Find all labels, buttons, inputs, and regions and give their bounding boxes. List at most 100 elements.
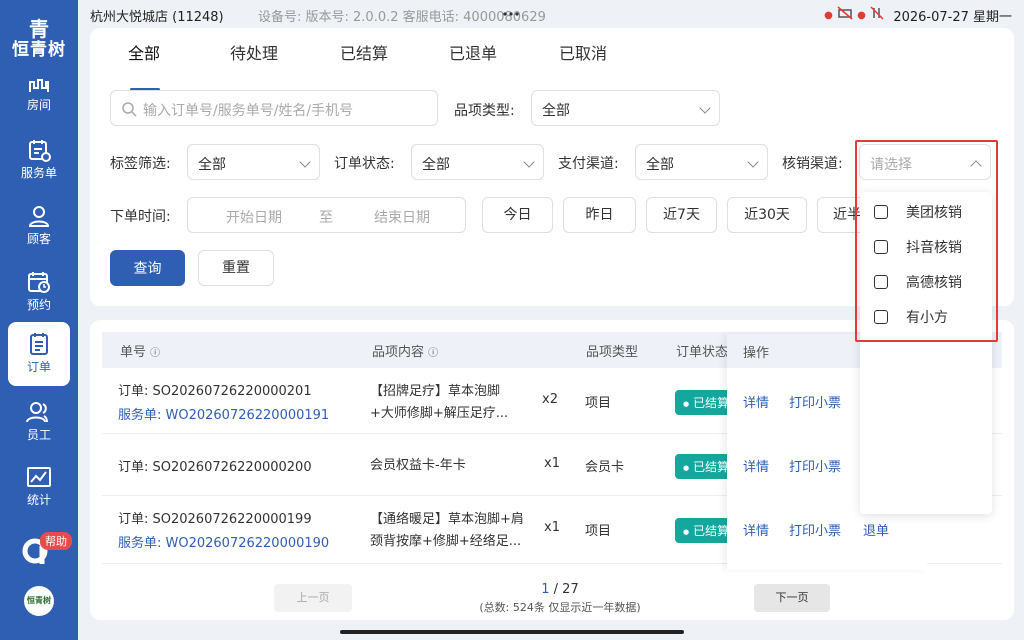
sidebar-item-room[interactable]: 房间 — [8, 72, 70, 120]
service-order-link[interactable]: 服务单: WO20260726220000190 — [118, 532, 329, 551]
quick-date-30days[interactable]: 近30天 — [727, 197, 807, 233]
tab-settled[interactable]: 已结算 — [340, 40, 388, 64]
pay-channel-label: 支付渠道: — [558, 156, 619, 172]
sidebar-item-label: 服务单 — [20, 166, 57, 180]
print-receipt-link[interactable]: 打印小票 — [789, 456, 841, 475]
total-summary: (总数: 524条 仅显示近一年数据) — [479, 601, 641, 614]
chevron-down-icon — [523, 156, 535, 168]
tab-cancelled[interactable]: 已取消 — [559, 40, 607, 64]
date-range-separator: 至 — [319, 210, 333, 226]
pay-channel-value: 全部 — [646, 157, 674, 173]
refund-link[interactable]: 退单 — [863, 520, 889, 539]
store-name: 杭州大悦城店 (11248) — [90, 10, 224, 25]
item-type-select[interactable]: 全部 — [531, 90, 720, 126]
chevron-down-icon — [299, 156, 311, 168]
alert-dot-icon: ● — [857, 10, 866, 21]
detail-link[interactable]: 详情 — [743, 456, 769, 475]
verify-channel-label: 核销渠道: — [782, 156, 843, 172]
print-receipt-link[interactable]: 打印小票 — [789, 520, 841, 539]
item-content-line2: 颈背按摩+修脚+经络足... — [370, 534, 522, 549]
order-number: 订单: SO20260726220000201 — [118, 384, 312, 399]
tag-filter-value: 全部 — [198, 157, 226, 173]
query-button[interactable]: 查询 — [110, 250, 185, 286]
item-content-line1: 【通络暖足】草本泡脚+肩 — [370, 512, 524, 527]
calendar-icon — [28, 272, 50, 293]
quick-date-yesterday[interactable]: 昨日 — [563, 197, 636, 233]
print-receipt-link[interactable]: 打印小票 — [789, 392, 841, 411]
item-quantity: x1 — [544, 520, 560, 535]
info-icon: ⓘ — [150, 348, 161, 359]
tab-all[interactable]: 全部 — [128, 40, 160, 64]
item-quantity: x1 — [544, 456, 560, 471]
item-type: 会员卡 — [585, 460, 625, 475]
record-dot-icon: ● — [824, 10, 833, 21]
item-type: 项目 — [585, 396, 612, 411]
order-number: 订单: SO20260726220000200 — [118, 460, 312, 475]
tab-pending[interactable]: 待处理 — [230, 40, 278, 64]
order-status-select[interactable]: 全部 — [411, 144, 544, 180]
search-placeholder: 输入订单号/服务单号/姓名/手机号 — [143, 103, 354, 119]
start-date-placeholder: 开始日期 — [226, 210, 282, 226]
sidebar-item-label: 统计 — [26, 493, 51, 507]
search-input[interactable]: 输入订单号/服务单号/姓名/手机号 — [110, 90, 438, 126]
status-icons: ● ● — [824, 6, 884, 22]
sidebar-item-staff[interactable]: 员工 — [8, 390, 70, 452]
sidebar-item-appointment[interactable]: 预约 — [8, 260, 70, 322]
sidebar-item-label: 顾客 — [26, 232, 51, 246]
item-quantity: x2 — [542, 392, 558, 407]
pay-channel-select[interactable]: 全部 — [635, 144, 768, 180]
sidebar-item-label: 房间 — [26, 98, 51, 112]
room-icon — [29, 79, 49, 92]
datetime: 2026-07-27 星期一 — [893, 10, 1012, 25]
total-pages: / 27 — [553, 582, 579, 597]
sidebar-item-customer[interactable]: 顾客 — [8, 194, 70, 256]
customer-icon — [28, 206, 50, 227]
brand-logo-icon: 恒青树 — [24, 586, 54, 616]
header-operations: 操作 — [743, 346, 770, 361]
home-indicator — [340, 630, 684, 634]
sidebar-item-service-order[interactable]: 服务单 — [8, 128, 70, 190]
item-type-value: 全部 — [542, 103, 570, 119]
item-content-line1: 【招牌足疗】草本泡脚 — [370, 384, 501, 399]
chevron-down-icon — [699, 102, 711, 114]
order-number: 订单: SO20260726220000199 — [118, 512, 312, 527]
help-badge[interactable]: 帮助 — [40, 532, 72, 550]
staff-icon — [26, 402, 48, 423]
item-type-label: 品项类型: — [454, 103, 515, 119]
chevron-down-icon — [747, 156, 759, 168]
header-type: 品项类型 — [586, 345, 639, 360]
order-time-label: 下单时间: — [110, 209, 171, 225]
sidebar-item-label: 员工 — [26, 428, 51, 442]
printer-off-icon — [837, 6, 853, 20]
order-status-value: 全部 — [422, 157, 450, 173]
sidebar-item-stats[interactable]: 统计 — [8, 455, 70, 517]
header-status: 订单状态 — [676, 345, 729, 360]
order-status-label: 订单状态: — [334, 156, 395, 172]
header-order-no: 单号 ⓘ — [120, 345, 161, 360]
sidebar-item-order[interactable]: 订单 — [8, 322, 70, 386]
item-content-line1: 会员权益卡-年卡 — [370, 458, 466, 473]
app-logo: 青 恒青树 — [0, 18, 78, 60]
quick-date-7days[interactable]: 近7天 — [646, 197, 717, 233]
quick-date-today[interactable]: 今日 — [482, 197, 553, 233]
status-bar: 杭州大悦城店 (11248) 设备号: 版本号: 2.0.0.2 客服电话: 4… — [78, 0, 1024, 28]
order-icon — [30, 333, 48, 355]
search-icon — [122, 102, 137, 117]
detail-link[interactable]: 详情 — [743, 520, 769, 539]
item-content-line2: +大师修脚+解压足疗... — [370, 406, 509, 421]
tag-filter-label: 标签筛选: — [110, 156, 171, 172]
date-range-picker[interactable]: 开始日期 至 结束日期 — [187, 197, 466, 233]
logo-mark: 青 — [29, 17, 49, 41]
reset-button[interactable]: 重置 — [198, 250, 274, 286]
current-page: 1 — [541, 582, 550, 597]
sidebar-item-label: 预约 — [26, 298, 51, 312]
item-type: 项目 — [585, 524, 612, 539]
tag-filter-select[interactable]: 全部 — [187, 144, 320, 180]
service-order-link[interactable]: 服务单: WO20260726220000191 — [118, 404, 329, 423]
brand-name: 恒青树 — [12, 40, 66, 60]
prev-page-button[interactable]: 上一页 — [274, 584, 352, 612]
next-page-button[interactable]: 下一页 — [754, 584, 830, 612]
detail-link[interactable]: 详情 — [743, 392, 769, 411]
tab-refunded[interactable]: 已退单 — [449, 40, 497, 64]
sidebar: 青 恒青树 房间 服务单 顾客 预约 订单 员工 统计 帮助 恒青树 — [0, 0, 78, 640]
